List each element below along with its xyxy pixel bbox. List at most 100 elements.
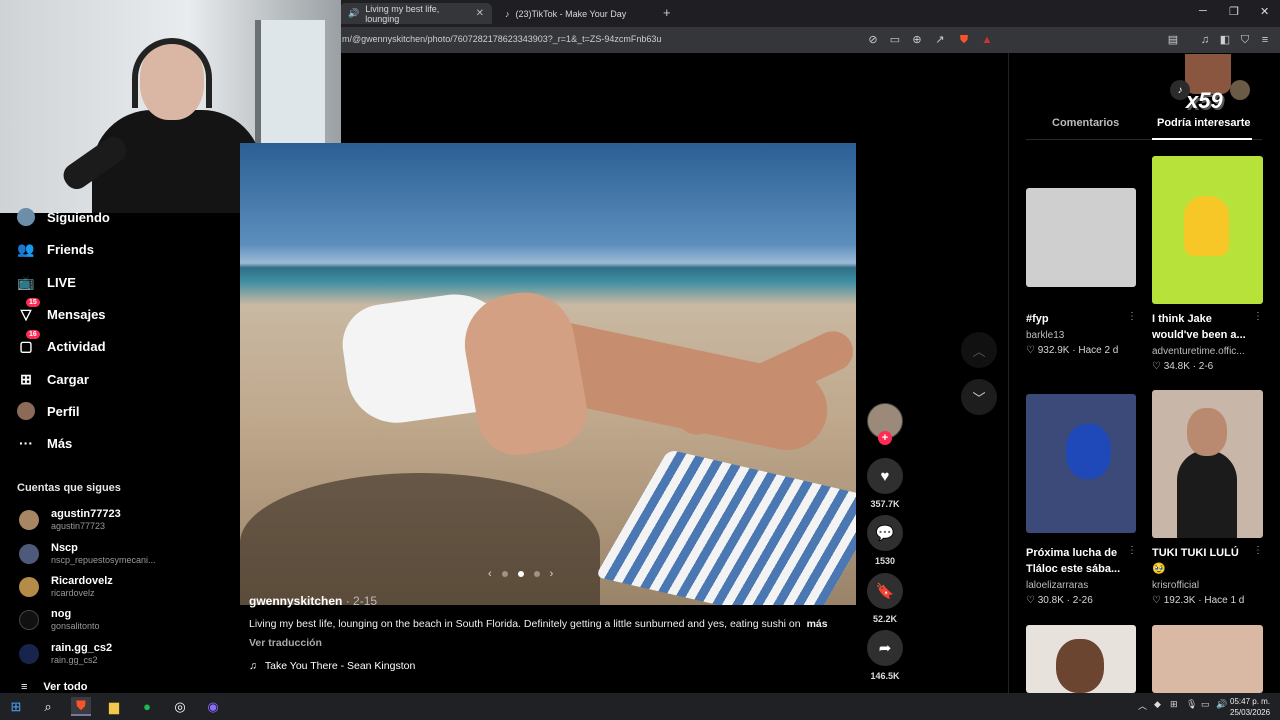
comment-button[interactable]: 💬 [867, 515, 903, 551]
carousel-dot[interactable] [533, 571, 540, 577]
save-button[interactable]: 🔖 [867, 573, 903, 609]
following-account[interactable]: nog gonsalitonto [19, 608, 100, 632]
nav-upload[interactable]: ⊞ Cargar [17, 368, 89, 390]
carousel-dot[interactable] [517, 571, 524, 577]
see-all-button[interactable]: ≡ Ver todo [21, 681, 87, 693]
card-menu-icon[interactable]: ⋮ [1127, 311, 1137, 322]
post-author[interactable]: gwennyskitchen · 2-15 [249, 594, 377, 608]
brave-browser-icon[interactable]: ⛊ [71, 697, 91, 716]
account-name: nog [51, 608, 72, 620]
following-account[interactable]: Ricardovelz ricardovelz [19, 575, 113, 599]
card-title[interactable]: #fyp [1026, 311, 1121, 327]
windows-start-icon[interactable]: ⊞ [6, 697, 26, 716]
tray-chevron-icon[interactable]: ︿ [1138, 699, 1147, 712]
share-icon[interactable]: ↗ [933, 33, 947, 47]
video-thumbnail[interactable] [1152, 390, 1263, 538]
cast-icon[interactable]: ▭ [888, 33, 902, 47]
nav-friends[interactable]: 👥 Friends [17, 238, 94, 260]
post-photo[interactable]: ‹ › [240, 143, 856, 605]
clock[interactable]: 05:47 p. m. 25/03/2026 [1230, 696, 1270, 718]
obs-icon[interactable]: ◎ [170, 697, 190, 716]
spotify-icon[interactable]: ● [137, 697, 157, 716]
card-menu-icon[interactable]: ⋮ [1253, 311, 1263, 322]
carousel-next-icon[interactable]: › [550, 568, 554, 580]
card-stats: ♡ 34.8K · 2-6 [1152, 361, 1214, 372]
menu-icon[interactable]: ≡ [1258, 33, 1272, 47]
author-name[interactable]: gwennyskitchen [249, 594, 342, 608]
video-thumbnail[interactable] [1026, 188, 1136, 287]
brave-shield-icon[interactable]: ⛊ [957, 33, 971, 47]
follow-plus-icon[interactable]: + [878, 431, 892, 445]
like-button[interactable]: ♥ [867, 458, 903, 494]
tab-comments[interactable]: Comentarios [1052, 117, 1119, 129]
carousel-prev-icon[interactable]: ‹ [488, 568, 492, 580]
next-post-button[interactable]: ﹀ [961, 379, 997, 415]
card-time: 2-6 [1198, 361, 1214, 372]
card-author[interactable]: barkle13 [1026, 330, 1064, 341]
nav-following[interactable]: Siguiendo [17, 206, 110, 228]
card-menu-icon[interactable]: ⋮ [1253, 545, 1263, 556]
card-stats: ♡ 192.3K · Hace 1 d [1152, 595, 1245, 606]
photo-shadow [240, 473, 600, 605]
panel-icon[interactable]: ◧ [1218, 33, 1232, 47]
network-icon[interactable]: ▭ [1201, 699, 1210, 710]
no-tracking-icon[interactable]: ⊘ [866, 33, 880, 47]
restore-icon[interactable]: ❐ [1229, 5, 1239, 18]
zoom-icon[interactable]: ⊕ [910, 33, 924, 47]
carousel-dot[interactable] [501, 571, 508, 577]
nav-profile[interactable]: Perfil [17, 400, 80, 422]
following-account[interactable]: Nscp nscp_repuestosymecani... [19, 542, 156, 566]
card-title[interactable]: I think Jake would've been a... [1152, 311, 1247, 343]
card-author[interactable]: laloelizarraras [1026, 580, 1088, 591]
person-hair [1056, 639, 1104, 693]
microphone-icon[interactable]: 🎙 [1186, 699, 1197, 710]
brave-rewards-icon[interactable]: ▲ [980, 33, 994, 47]
nav-more[interactable]: ··· Más [17, 432, 72, 454]
card-menu-icon[interactable]: ⋮ [1127, 545, 1137, 556]
search-icon[interactable]: ⌕ [38, 697, 58, 716]
media-icon[interactable]: ♫ [1198, 33, 1212, 47]
tab-recommended[interactable]: Podría interesarte [1157, 117, 1251, 129]
video-thumbnail[interactable] [1026, 394, 1136, 533]
new-tab-icon[interactable]: + [663, 5, 671, 20]
translate-link[interactable]: Ver traducción [249, 637, 322, 649]
volume-icon[interactable]: 🔊 [1216, 699, 1227, 710]
file-explorer-icon[interactable]: ▆ [104, 697, 124, 716]
account-name: rain.gg_cs2 [51, 642, 113, 654]
music-link[interactable]: ♫ Take You There - Sean Kingston [249, 660, 415, 672]
following-account[interactable]: agustin77723 agustin77723 [19, 508, 121, 532]
close-tab-icon[interactable]: ✕ [476, 8, 484, 19]
account-handle: nscp_repuestosymecani... [51, 555, 156, 565]
vpn-icon[interactable]: ⛉ [1238, 33, 1252, 47]
close-window-icon[interactable]: ✕ [1260, 5, 1269, 18]
nav-label: Siguiendo [47, 209, 110, 225]
card-title[interactable]: TUKI TUKI LULÚ 🥹 [1152, 545, 1247, 577]
tray-app-icon[interactable]: ◆ [1154, 699, 1161, 710]
video-thumbnail[interactable] [1026, 625, 1136, 693]
tray-app-icon[interactable]: ⊞ [1170, 699, 1178, 710]
nav-messages[interactable]: ▽ 15 Mensajes [17, 298, 106, 325]
nav-activity[interactable]: ▢ 16 Actividad [17, 330, 106, 357]
card-title[interactable]: Próxima lucha de Tláloc este sába... [1026, 545, 1121, 577]
card-author[interactable]: adventuretime.offic... [1152, 346, 1245, 357]
avatar [19, 644, 39, 664]
browser-tab[interactable]: ♪ (23)TikTok - Make Your Day [497, 3, 657, 24]
nav-live[interactable]: 📺 LIVE [17, 271, 76, 293]
jake-figure [1184, 196, 1229, 256]
minimize-icon[interactable]: ─ [1199, 5, 1207, 17]
video-thumbnail[interactable] [1152, 156, 1263, 304]
sidebar-icon[interactable]: ▤ [1166, 33, 1180, 47]
carousel-indicator[interactable]: ‹ › [488, 568, 553, 580]
url-text[interactable]: m/@gwennyskitchen/photo/7607282178623343… [342, 34, 661, 44]
video-thumbnail[interactable] [1152, 625, 1263, 693]
share-button[interactable]: ➦ [867, 630, 903, 666]
user-avatar-icon[interactable] [1230, 80, 1250, 100]
messages-icon: ▽ 15 [17, 298, 40, 323]
discord-icon[interactable]: ◉ [203, 697, 223, 716]
more-link[interactable]: más [807, 618, 828, 630]
browser-tab-active[interactable]: 🔊 Living my best life, lounging ✕ [340, 3, 492, 24]
card-author[interactable]: krisrofficial [1152, 580, 1199, 591]
card-likes: 192.3K [1163, 595, 1196, 606]
previous-post-button[interactable]: ︿ [961, 332, 997, 368]
following-account[interactable]: rain.gg_cs2 rain.gg_cs2 [19, 642, 112, 666]
